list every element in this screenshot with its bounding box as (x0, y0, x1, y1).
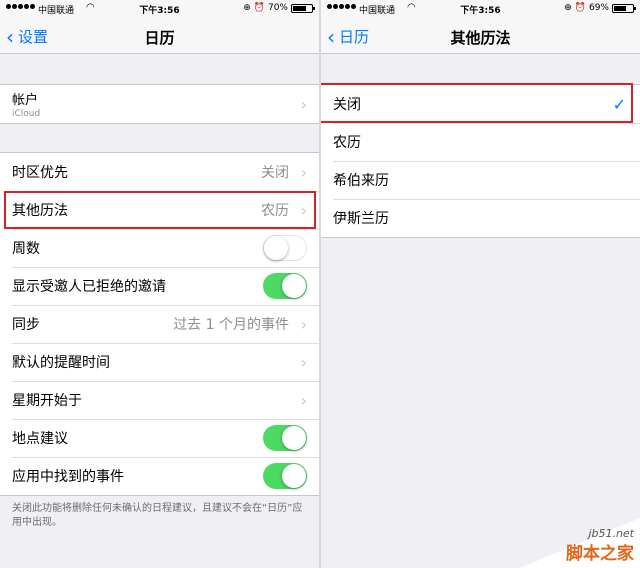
chevron-right-icon: › (300, 390, 307, 410)
row-value: 过去 1 个月的事件 (173, 317, 289, 333)
chevron-right-icon: › (300, 162, 307, 182)
lock-rotation-icon: ⊕ (564, 3, 572, 13)
row-label: 应用中找到的事件 (12, 469, 124, 485)
footer-note: 关闭此功能将删除任何未确认的日程建议，且建议不会在“日历”应用中出现。 (12, 503, 303, 528)
row-label: 星期开始于 (12, 393, 82, 409)
row-events-found-in-apps: 应用中找到的事件 (0, 457, 319, 495)
location-suggestions-toggle[interactable] (263, 425, 307, 451)
option-off[interactable]: 关闭 ✓ (321, 85, 640, 123)
option-label: 希伯来历 (333, 173, 389, 189)
chevron-right-icon: › (300, 314, 307, 334)
alarm-icon: ⏰ (574, 3, 586, 13)
page-title: 日历 (144, 29, 175, 47)
row-label: 时区优先 (12, 165, 68, 181)
week-numbers-toggle[interactable] (263, 235, 307, 261)
row-timezone-override[interactable]: 时区优先 关闭 › (0, 153, 319, 191)
account-row[interactable]: 帐户 iCloud › (0, 85, 319, 123)
calendar-settings-screen: 中国联通 ◠ 下午3:56 ⊕ ⏰ 70% ‹ 设置 日历 帐户 iCloud … (0, 0, 319, 568)
account-group: 帐户 iCloud › (0, 84, 319, 124)
status-bar: 中国联通 ◠ 下午3:56 ⊕ ⏰ 69% (321, 0, 640, 18)
page-title: 其他历法 (450, 29, 511, 47)
watermark: jb51.net 脚本之家 (520, 518, 640, 568)
chevron-right-icon: › (300, 200, 307, 220)
chevron-right-icon: › (300, 352, 307, 372)
status-bar: 中国联通 ◠ 下午3:56 ⊕ ⏰ 70% (0, 0, 319, 18)
option-label: 伊斯兰历 (333, 211, 389, 227)
alarm-icon: ⏰ (253, 3, 265, 13)
option-label: 农历 (333, 135, 361, 151)
calendar-options-group: 关闭 ✓ 农历 希伯来历 伊斯兰历 (321, 84, 640, 238)
chevron-right-icon: › (300, 95, 307, 114)
show-declined-toggle[interactable] (263, 273, 307, 299)
navigation-bar: ‹ 日历 其他历法 (321, 18, 640, 54)
row-default-alert[interactable]: 默认的提醒时间 › (0, 343, 319, 381)
option-lunar[interactable]: 农历 (321, 123, 640, 161)
row-start-week[interactable]: 星期开始于 › (0, 381, 319, 419)
lock-rotation-icon: ⊕ (243, 3, 251, 13)
row-show-declined: 显示受邀人已拒绝的邀请 (0, 267, 319, 305)
row-alternate-calendars[interactable]: 其他历法 农历 › (0, 191, 319, 229)
row-label: 默认的提醒时间 (12, 355, 110, 371)
row-label: 周数 (12, 241, 40, 257)
row-sync[interactable]: 同步 过去 1 个月的事件 › (0, 305, 319, 343)
row-label: 显示受邀人已拒绝的邀请 (12, 279, 166, 295)
row-location-suggestions: 地点建议 (0, 419, 319, 457)
option-hebrew[interactable]: 希伯来历 (321, 161, 640, 199)
alternate-calendars-screen: 中国联通 ◠ 下午3:56 ⊕ ⏰ 69% ‹ 日历 其他历法 关闭 ✓ 农历 … (321, 0, 640, 568)
battery-percent: 69% (588, 3, 609, 13)
battery-percent: 70% (267, 3, 288, 13)
checkmark-icon: ✓ (612, 94, 626, 114)
option-islamic[interactable]: 伊斯兰历 (321, 199, 640, 237)
row-label: 其他历法 (12, 203, 68, 219)
navigation-bar: ‹ 设置 日历 (0, 18, 319, 54)
row-value: 关闭 (261, 165, 289, 181)
account-label: 帐户 (12, 93, 39, 108)
battery-icon (612, 3, 636, 13)
events-found-toggle[interactable] (263, 463, 307, 489)
row-value: 农历 (261, 203, 289, 219)
watermark-name: 脚本之家 (566, 544, 634, 564)
row-week-numbers: 周数 (0, 229, 319, 267)
settings-group: 时区优先 关闭 › 其他历法 农历 › 周数 显示受邀人已拒绝的邀请 同步 过去… (0, 152, 319, 496)
account-sub: iCloud (12, 109, 41, 119)
row-label: 地点建议 (12, 431, 68, 447)
option-label: 关闭 (333, 97, 361, 113)
row-label: 同步 (12, 317, 40, 333)
battery-icon (291, 3, 315, 13)
